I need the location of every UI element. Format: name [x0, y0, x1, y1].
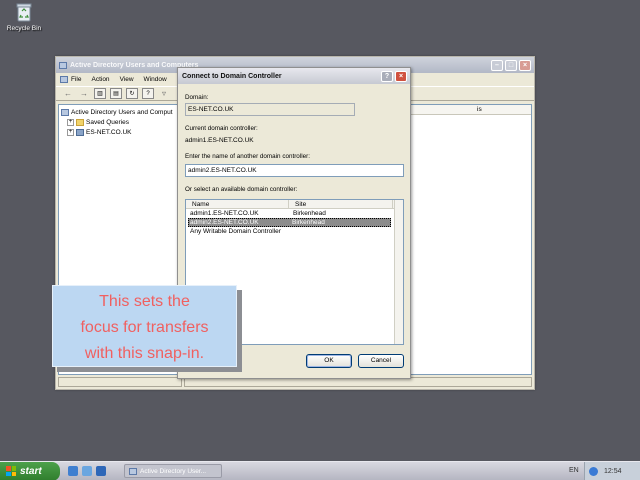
minimize-button[interactable]: – [491, 59, 503, 71]
domain-icon [76, 128, 84, 136]
show-console-tree-icon[interactable]: ▥ [94, 88, 106, 99]
language-indicator[interactable]: EN [569, 467, 579, 474]
windows-logo-icon [6, 466, 16, 476]
tree-item-domain[interactable]: + ES-NET.CO.UK [61, 127, 179, 137]
caption-line-2: focus for transfers [80, 319, 209, 336]
caption-line-1: This sets the [99, 293, 190, 310]
ok-button[interactable]: OK [306, 354, 352, 368]
tutorial-caption: This sets the focus for transfers with t… [52, 285, 237, 367]
dc-row[interactable]: Any Writable Domain Controller [186, 227, 403, 236]
quick-launch [68, 466, 106, 476]
filter-icon[interactable]: ▿ [158, 88, 170, 99]
expand-icon[interactable]: + [67, 118, 74, 126]
menu-action[interactable]: Action [91, 76, 109, 83]
help-button[interactable]: ? [381, 70, 393, 82]
menu-window[interactable]: Window [144, 76, 167, 83]
dc-row-selected[interactable]: admin2.ES-NET.CO.UK Birkenhead [188, 218, 391, 227]
menu-file[interactable]: File [60, 76, 81, 83]
expand-icon[interactable]: + [67, 128, 74, 136]
console-icon [60, 76, 68, 83]
system-tray: 12:54 [584, 462, 640, 480]
list-scrollbar[interactable] [394, 200, 403, 344]
domain-field: ES-NET.CO.UK [185, 103, 355, 116]
internet-explorer-icon[interactable] [68, 466, 78, 476]
show-desktop-icon[interactable] [82, 466, 92, 476]
tree-item-saved-queries[interactable]: + Saved Queries [61, 117, 179, 127]
dialog-title-bar[interactable]: Connect to Domain Controller ? × [178, 68, 410, 84]
column-header-site[interactable]: Site [289, 200, 393, 208]
aduc-task-icon [129, 467, 137, 475]
cancel-button[interactable]: Cancel [358, 354, 404, 368]
recycle-bin-icon [16, 3, 32, 22]
enter-dc-label: Enter the name of another domain control… [185, 153, 310, 160]
select-dc-label: Or select an available domain controller… [185, 186, 298, 193]
aduc-tree-icon [61, 108, 69, 116]
dialog-close-button[interactable]: × [395, 70, 407, 82]
caption-line-3: with this snap-in. [84, 345, 205, 362]
taskbar: start Active Directory User... EN 12:54 [0, 461, 640, 480]
dc-row[interactable]: admin1.ES-NET.CO.UK Birkenhead [186, 209, 403, 218]
clock[interactable]: 12:54 [604, 468, 622, 475]
properties-icon[interactable]: ▤ [110, 88, 122, 99]
network-icon[interactable] [589, 467, 598, 476]
recycle-bin-label: Recycle Bin [6, 25, 42, 32]
close-button[interactable]: × [519, 59, 531, 71]
forward-arrow-icon[interactable]: → [78, 88, 90, 99]
back-arrow-icon[interactable]: ← [62, 88, 74, 99]
menu-view[interactable]: View [120, 76, 134, 83]
help-icon[interactable]: ? [142, 88, 154, 99]
ie-quicklaunch-icon[interactable] [96, 466, 106, 476]
folder-icon [76, 118, 84, 126]
refresh-icon[interactable]: ↻ [126, 88, 138, 99]
tree-root[interactable]: Active Directory Users and Comput [61, 107, 179, 117]
dialog-title: Connect to Domain Controller [182, 72, 282, 80]
maximize-button[interactable]: □ [505, 59, 517, 71]
column-header-name[interactable]: Name [186, 200, 289, 208]
current-dc-value: admin1.ES-NET.CO.UK [185, 137, 254, 144]
start-button[interactable]: start [0, 461, 60, 480]
taskbar-button-aduc[interactable]: Active Directory User... [124, 464, 222, 478]
dc-name-input[interactable]: admin2.ES-NET.CO.UK [185, 164, 404, 177]
aduc-app-icon [59, 61, 67, 69]
domain-label: Domain: [185, 94, 209, 101]
recycle-bin-desktop-icon[interactable]: Recycle Bin [4, 2, 44, 32]
current-dc-label: Current domain controller: [185, 125, 258, 132]
